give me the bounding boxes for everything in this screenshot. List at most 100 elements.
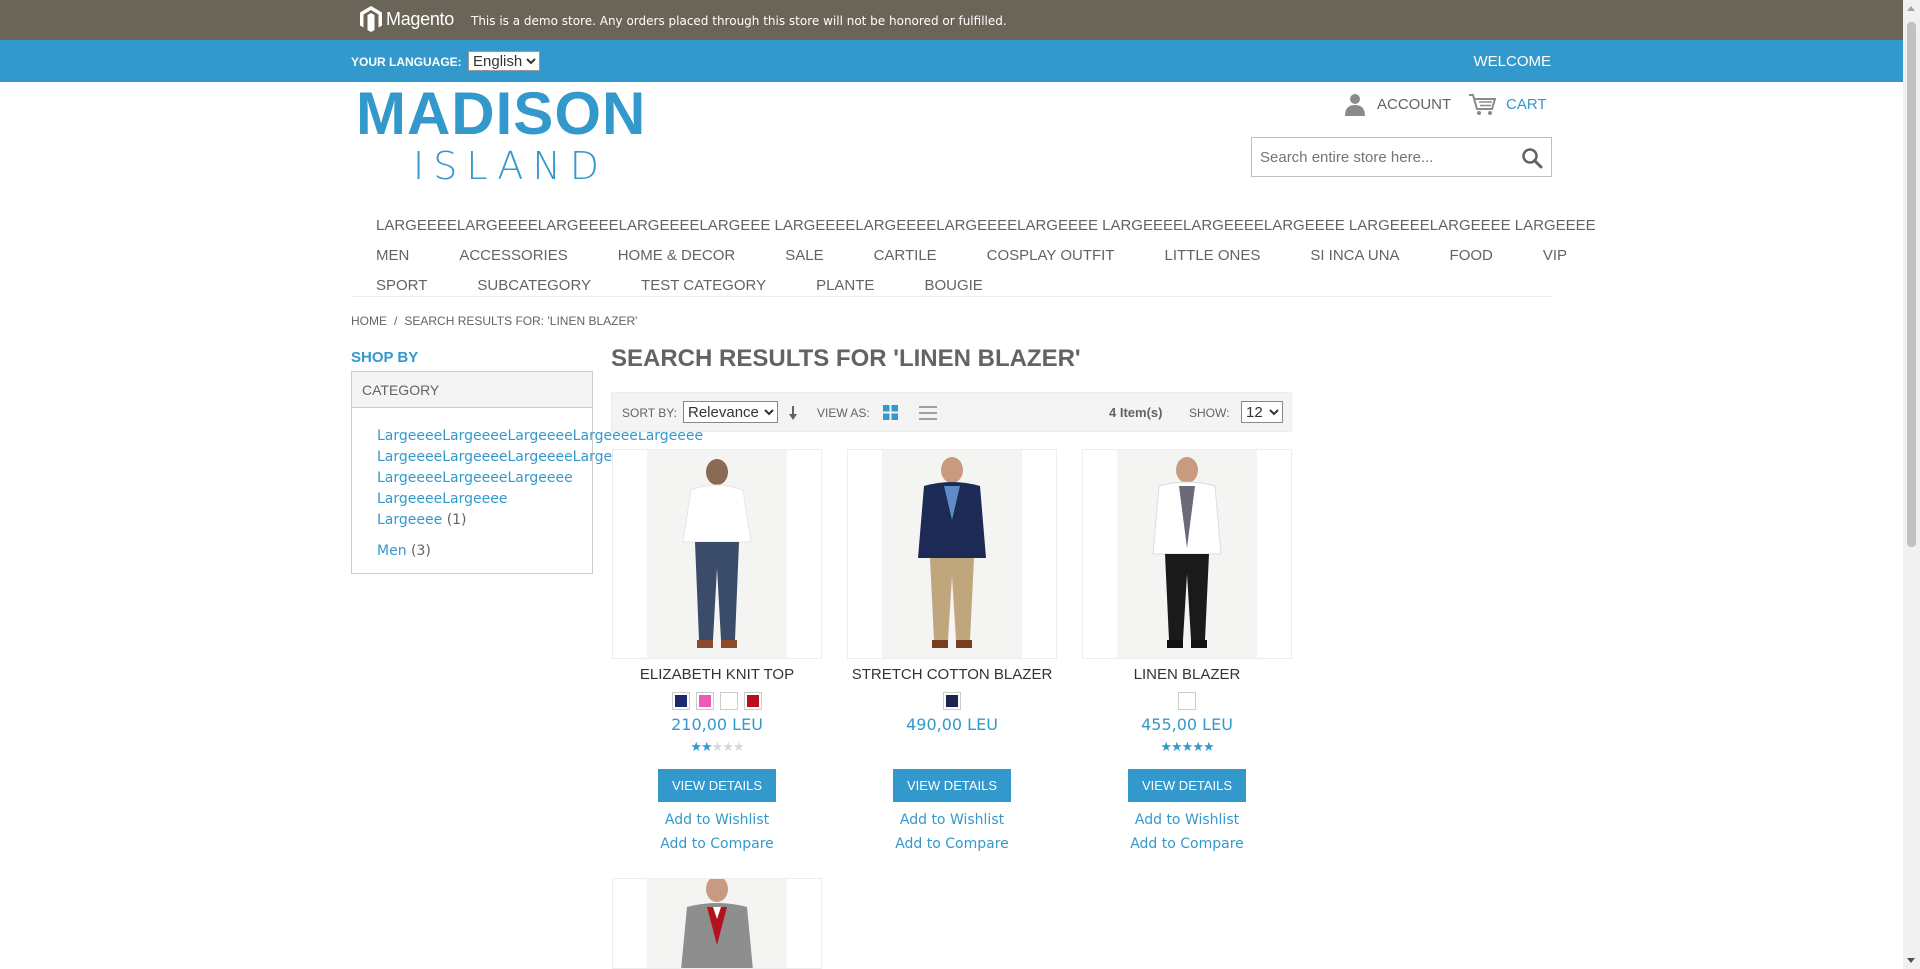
category-item[interactable]: Men (3) bbox=[377, 541, 592, 562]
list-view-icon[interactable] bbox=[919, 405, 937, 421]
rating-stars: ★★★★★ bbox=[1160, 739, 1214, 754]
product-image[interactable] bbox=[612, 878, 822, 969]
product-name[interactable]: LINEN BLAZER bbox=[1082, 666, 1292, 683]
category-filter: CATEGORY LargeeeeLargeeeeLargeeeeLargeee… bbox=[351, 371, 703, 574]
add-to-compare-link[interactable]: Add to Compare bbox=[847, 832, 1057, 856]
add-to-wishlist-link[interactable]: Add to Wishlist bbox=[1082, 808, 1292, 832]
product-item: LINEN BLAZER 455,00 LEU ★★★★★ VIEW DETAI… bbox=[1082, 449, 1292, 856]
grid-view-icon[interactable] bbox=[883, 405, 898, 420]
nav-item-cosplay-outfit[interactable]: COSPLAY OUTFIT bbox=[987, 247, 1115, 264]
nav-item-vip[interactable]: VIP bbox=[1543, 247, 1567, 264]
add-to-wishlist-link[interactable]: Add to Wishlist bbox=[612, 808, 822, 832]
breadcrumb-separator: / bbox=[394, 314, 398, 328]
category-list: LargeeeeLargeeeeLargeeeeLargeeeeLargeeee… bbox=[352, 408, 703, 562]
scrollbar-thumb[interactable] bbox=[1907, 22, 1916, 547]
category-item[interactable]: LargeeeeLargeeeeLargeeee bbox=[377, 468, 592, 489]
store-logo[interactable]: MADISON ISLAND bbox=[356, 80, 647, 189]
nav-item-subcategory[interactable]: SUBCATEGORY bbox=[477, 277, 591, 294]
category-label: Largeeee bbox=[377, 512, 443, 528]
shop-by-heading: SHOP BY bbox=[351, 349, 419, 366]
demo-notice-message: This is a demo store. Any orders placed … bbox=[471, 14, 1007, 28]
category-item[interactable]: LargeeeeLargeeee bbox=[377, 489, 592, 510]
nav-item-bougie[interactable]: BOUGIE bbox=[924, 277, 982, 294]
account-label: ACCOUNT bbox=[1377, 95, 1452, 113]
product-item: ELIZABETH KNIT TOP 210,00 LEU ★★★★★ VIEW… bbox=[612, 449, 822, 856]
nav-item-accessories[interactable]: ACCESSORIES bbox=[459, 247, 567, 264]
search-input[interactable] bbox=[1252, 138, 1507, 176]
nav-item-food[interactable]: FOOD bbox=[1450, 247, 1493, 264]
nav-divider bbox=[351, 296, 1552, 297]
color-swatches bbox=[847, 692, 1057, 710]
color-swatch[interactable] bbox=[672, 692, 690, 710]
main-navigation: LARGEEEELARGEEEELARGEEEELARGEEEELARGEEE … bbox=[376, 210, 1596, 300]
color-swatch[interactable] bbox=[720, 692, 738, 710]
category-item[interactable]: LargeeeeLargeeeeLargeeeeLargeeeeLargeeee bbox=[377, 426, 703, 447]
magento-logo-text: Magento bbox=[386, 8, 454, 29]
nav-item-test-category[interactable]: TEST CATEGORY bbox=[641, 277, 766, 294]
nav-row-2: MEN ACCESSORIES HOME & DECOR SALE CARTIL… bbox=[376, 240, 1567, 270]
nav-item-sale[interactable]: SALE bbox=[785, 247, 823, 264]
language-select[interactable]: English bbox=[468, 51, 540, 71]
nav-item-home-decor[interactable]: HOME & DECOR bbox=[618, 247, 736, 264]
nav-row-1: LARGEEEELARGEEEELARGEEEELARGEEEELARGEEE … bbox=[376, 210, 1596, 240]
view-details-button[interactable]: VIEW DETAILS bbox=[892, 769, 1012, 802]
product-name[interactable]: ELIZABETH KNIT TOP bbox=[612, 666, 822, 683]
nav-item-cartile[interactable]: CARTILE bbox=[874, 247, 937, 264]
category-label: Men bbox=[377, 543, 407, 559]
product-image[interactable] bbox=[1082, 449, 1292, 659]
category-item[interactable]: Largeeee (1) bbox=[377, 510, 592, 531]
color-swatch[interactable] bbox=[744, 692, 762, 710]
product-item bbox=[612, 878, 822, 969]
color-swatches bbox=[612, 692, 822, 710]
sort-by-select[interactable]: Relevance bbox=[683, 401, 778, 423]
account-link[interactable]: ACCOUNT bbox=[1343, 92, 1451, 116]
demo-notice-bar: Magento This is a demo store. Any orders… bbox=[0, 0, 1920, 40]
rating-stars: ★★★★★ bbox=[690, 739, 744, 754]
magento-logo[interactable]: Magento bbox=[360, 6, 454, 32]
category-label: LargeeeeLargeeeeLargeeeeLargeeee bbox=[377, 449, 638, 465]
nav-item-si-inca-una[interactable]: SI INCA UNA bbox=[1310, 247, 1399, 264]
product-image[interactable] bbox=[612, 449, 822, 659]
search-icon[interactable] bbox=[1521, 147, 1543, 169]
scroll-up-arrow[interactable] bbox=[1907, 6, 1915, 11]
scroll-down-arrow[interactable] bbox=[1907, 958, 1915, 963]
sort-by-label: SORT BY: bbox=[622, 406, 677, 420]
product-name[interactable]: STRETCH COTTON BLAZER bbox=[847, 666, 1057, 683]
store-logo-line2: ISLAND bbox=[413, 144, 609, 188]
cart-link[interactable]: CART bbox=[1468, 92, 1547, 116]
show-limit-select[interactable]: 12 bbox=[1241, 401, 1283, 423]
color-swatch[interactable] bbox=[1178, 692, 1196, 710]
rating-stars bbox=[847, 739, 1057, 753]
view-details-button[interactable]: VIEW DETAILS bbox=[657, 769, 777, 802]
page-scrollbar[interactable] bbox=[1903, 0, 1920, 969]
search-box bbox=[1251, 137, 1552, 177]
product-photo bbox=[647, 450, 787, 658]
welcome-message: WELCOME bbox=[1473, 53, 1551, 70]
category-filter-header: CATEGORY bbox=[352, 372, 592, 408]
category-item[interactable]: LargeeeeLargeeeeLargeeeeLargeeee bbox=[377, 447, 638, 468]
cart-label: CART bbox=[1506, 95, 1547, 113]
nav-item-largeeee[interactable]: LARGEEEELARGEEEELARGEEEELARGEEEELARGEEE … bbox=[376, 217, 1596, 234]
product-image[interactable] bbox=[847, 449, 1057, 659]
nav-item-sport[interactable]: SPORT bbox=[376, 277, 427, 294]
breadcrumb-home[interactable]: HOME bbox=[351, 314, 387, 328]
nav-item-plante[interactable]: PLANTE bbox=[816, 277, 874, 294]
product-photo bbox=[882, 450, 1022, 658]
color-swatch[interactable] bbox=[943, 692, 961, 710]
store-logo-line1: MADISON bbox=[356, 80, 647, 147]
view-details-button[interactable]: VIEW DETAILS bbox=[1127, 769, 1247, 802]
items-count: 4 Item(s) bbox=[1109, 405, 1163, 420]
product-price: 210,00 LEU bbox=[671, 715, 763, 734]
color-swatch[interactable] bbox=[696, 692, 714, 710]
add-to-compare-link[interactable]: Add to Compare bbox=[1082, 832, 1292, 856]
product-item: STRETCH COTTON BLAZER 490,00 LEU VIEW DE… bbox=[847, 449, 1057, 856]
add-to-wishlist-link[interactable]: Add to Wishlist bbox=[847, 808, 1057, 832]
breadcrumb-current: SEARCH RESULTS FOR: 'LINEN BLAZER' bbox=[404, 314, 638, 328]
add-to-compare-link[interactable]: Add to Compare bbox=[612, 832, 822, 856]
page-title: SEARCH RESULTS FOR 'LINEN BLAZER' bbox=[611, 345, 1081, 372]
product-photo bbox=[1117, 450, 1257, 658]
nav-item-little-ones[interactable]: LITTLE ONES bbox=[1164, 247, 1260, 264]
product-price: 490,00 LEU bbox=[906, 715, 998, 734]
arrow-down-icon[interactable] bbox=[787, 404, 799, 422]
nav-item-men[interactable]: MEN bbox=[376, 247, 409, 264]
